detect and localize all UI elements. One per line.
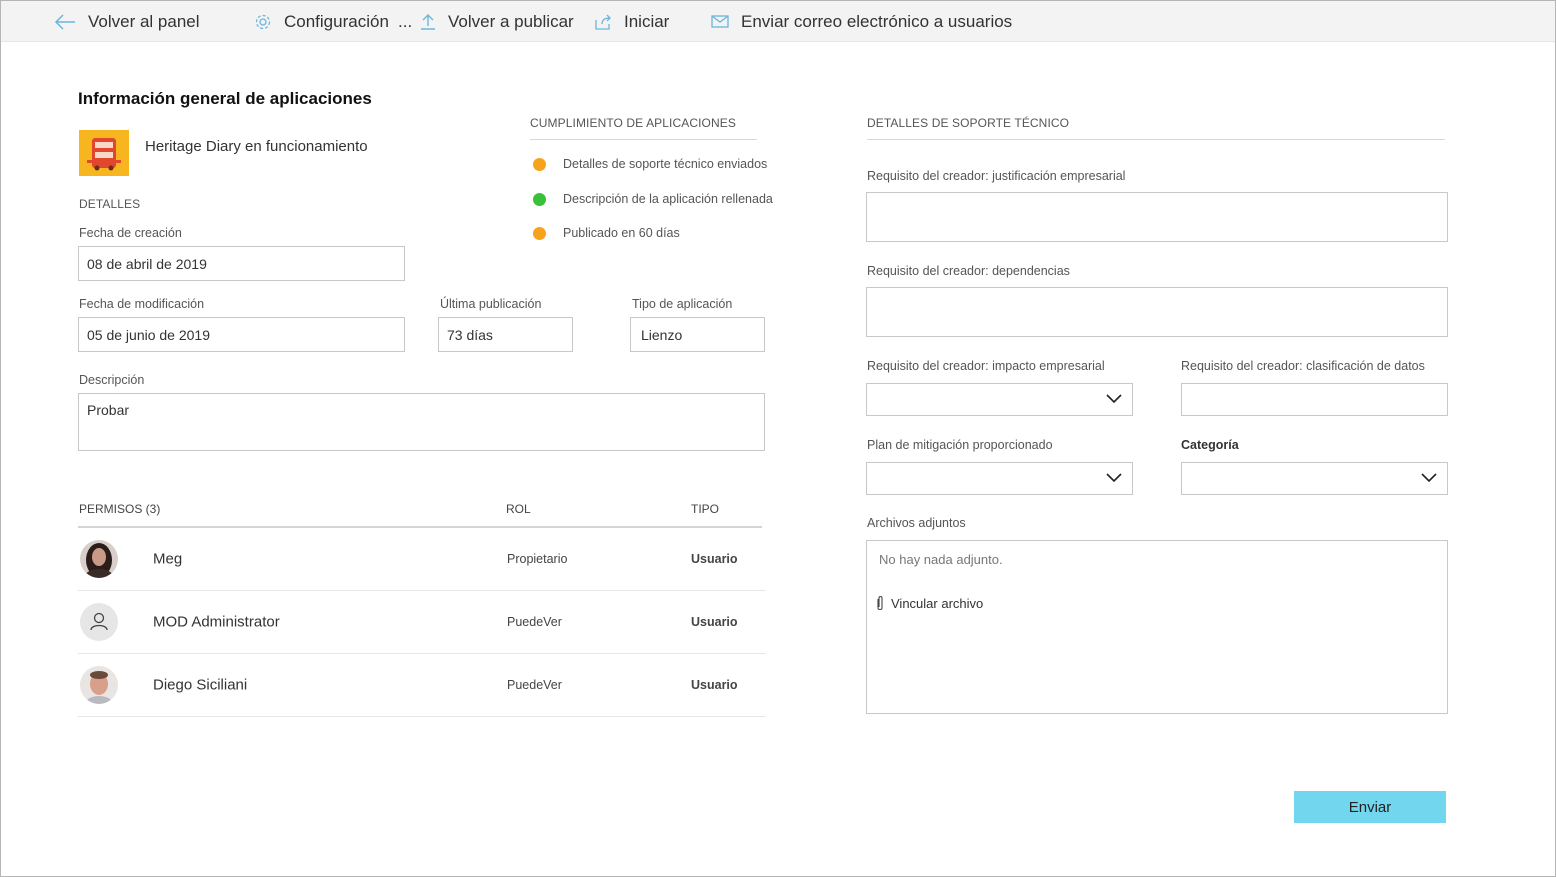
- chevron-down-icon: [1106, 391, 1122, 409]
- compliance-item: Publicado en 60 días: [533, 226, 680, 240]
- details-section-label: DETALLES: [79, 197, 141, 211]
- attach-file-label: Vincular archivo: [891, 596, 984, 611]
- data-classification-label: Requisito del creador: clasificación de …: [1181, 359, 1425, 373]
- launch-button[interactable]: Iniciar: [594, 1, 669, 42]
- email-users-label: Enviar correo electrónico a usuarios: [741, 11, 1013, 31]
- user-name: MOD Administrator: [153, 613, 280, 631]
- compliance-item-label: Detalles de soporte técnico enviados: [563, 157, 768, 171]
- user-role: Propietario: [507, 552, 568, 566]
- mail-icon: [711, 14, 729, 29]
- status-dot-icon: [533, 192, 546, 206]
- created-date-field[interactable]: 08 de abril de 2019: [78, 246, 405, 281]
- compliance-divider: [530, 139, 757, 140]
- command-bar: Volver al panel Configuración ... Volver…: [1, 1, 1555, 42]
- upload-icon: [420, 13, 436, 31]
- republish-label: Volver a publicar: [448, 11, 574, 31]
- compliance-title: CUMPLIMIENTO DE APLICACIONES: [530, 116, 736, 130]
- user-role: PuedeVer: [507, 615, 562, 629]
- last-published-field[interactable]: 73 días: [438, 317, 573, 352]
- back-to-dashboard-label: Volver al panel: [88, 11, 200, 31]
- republish-button[interactable]: Volver a publicar: [420, 1, 574, 42]
- last-published-label: Última publicación: [440, 297, 542, 311]
- description-field[interactable]: Probar: [78, 393, 765, 451]
- submit-button[interactable]: Enviar: [1294, 791, 1446, 823]
- description-value: Probar: [87, 402, 130, 418]
- mitigation-dropdown[interactable]: [866, 462, 1133, 495]
- app-icon: [79, 130, 129, 176]
- permissions-header: PERMISOS (3): [79, 502, 161, 516]
- launch-label: Iniciar: [624, 11, 670, 31]
- app-name: Heritage Diary en funcionamiento: [145, 138, 368, 155]
- last-published-value: 73 días: [447, 326, 493, 343]
- compliance-item: Descripción de la aplicación rellenada: [533, 192, 773, 206]
- modified-date-value: 05 de junio de 2019: [87, 326, 210, 343]
- share-icon: [594, 14, 612, 30]
- justification-field[interactable]: [866, 192, 1448, 242]
- chevron-down-icon: [1421, 470, 1437, 488]
- user-type: Usuario: [691, 678, 738, 692]
- impact-label: Requisito del creador: impacto empresari…: [867, 359, 1105, 373]
- modified-date-label: Fecha de modificación: [79, 297, 205, 311]
- paperclip-icon: [875, 595, 885, 612]
- page-title: Información general de aplicaciones: [78, 89, 372, 108]
- user-type: Usuario: [691, 615, 738, 629]
- impact-dropdown[interactable]: [866, 383, 1133, 416]
- submit-label: Enviar: [1348, 798, 1392, 816]
- category-dropdown[interactable]: [1181, 462, 1448, 495]
- email-users-button[interactable]: Enviar correo electrónico a usuarios: [711, 1, 1012, 42]
- avatar: [80, 540, 118, 578]
- status-dot-icon: [533, 157, 546, 171]
- dependencies-field[interactable]: [866, 287, 1448, 337]
- compliance-item-label: Publicado en 60 días: [563, 226, 680, 240]
- avatar: [80, 603, 118, 641]
- compliance-item-label: Descripción de la aplicación rellenada: [563, 192, 773, 206]
- attachments-label: Archivos adjuntos: [867, 516, 966, 530]
- no-attachments-text: No hay nada adjunto.: [879, 552, 1003, 567]
- arrow-left-icon: [54, 13, 76, 30]
- app-type-label: Tipo de aplicación: [632, 297, 733, 311]
- app-type-value: Lienzo: [641, 326, 683, 343]
- data-classification-field[interactable]: [1181, 383, 1448, 416]
- app-type-field[interactable]: Lienzo: [630, 317, 765, 352]
- user-type: Usuario: [691, 552, 738, 566]
- support-title: DETALLES DE SOPORTE TÉCNICO: [867, 116, 1070, 130]
- user-role: PuedeVer: [507, 678, 562, 692]
- dependencies-label: Requisito del creador: dependencias: [867, 264, 1070, 278]
- table-row[interactable]: MOD Administrator PuedeVer Usuario: [78, 591, 766, 654]
- avatar: [80, 666, 118, 704]
- back-to-dashboard-button[interactable]: Volver al panel: [54, 1, 200, 42]
- attachments-box: No hay nada adjunto. Vincular archivo: [866, 540, 1448, 714]
- table-row[interactable]: Diego Siciliani PuedeVer Usuario: [78, 654, 766, 717]
- role-column-header: ROL: [506, 502, 531, 516]
- type-column-header: TIPO: [691, 502, 720, 516]
- more-options-label: ...: [398, 11, 413, 31]
- mitigation-label: Plan de mitigación proporcionado: [867, 438, 1053, 452]
- chevron-down-icon: [1106, 470, 1122, 488]
- created-date-label: Fecha de creación: [79, 226, 182, 240]
- justification-label: Requisito del creador: justificación emp…: [867, 169, 1126, 183]
- category-label: Categoría: [1181, 438, 1239, 452]
- compliance-item: Detalles de soporte técnico enviados: [533, 157, 767, 171]
- user-name: Diego Siciliani: [153, 676, 248, 694]
- attach-file-button[interactable]: Vincular archivo: [875, 595, 983, 612]
- more-options-button[interactable]: ...: [398, 1, 412, 42]
- support-divider: [867, 139, 1445, 140]
- settings-label: Configuración: [284, 11, 389, 31]
- status-dot-icon: [533, 226, 546, 240]
- created-date-value: 08 de abril de 2019: [87, 255, 207, 272]
- modified-date-field[interactable]: 05 de junio de 2019: [78, 317, 405, 352]
- user-name: Meg: [153, 550, 183, 568]
- description-label: Descripción: [79, 373, 145, 387]
- gear-icon: [254, 13, 272, 31]
- table-row[interactable]: Meg Propietario Usuario: [78, 528, 766, 591]
- settings-button[interactable]: Configuración: [254, 1, 389, 42]
